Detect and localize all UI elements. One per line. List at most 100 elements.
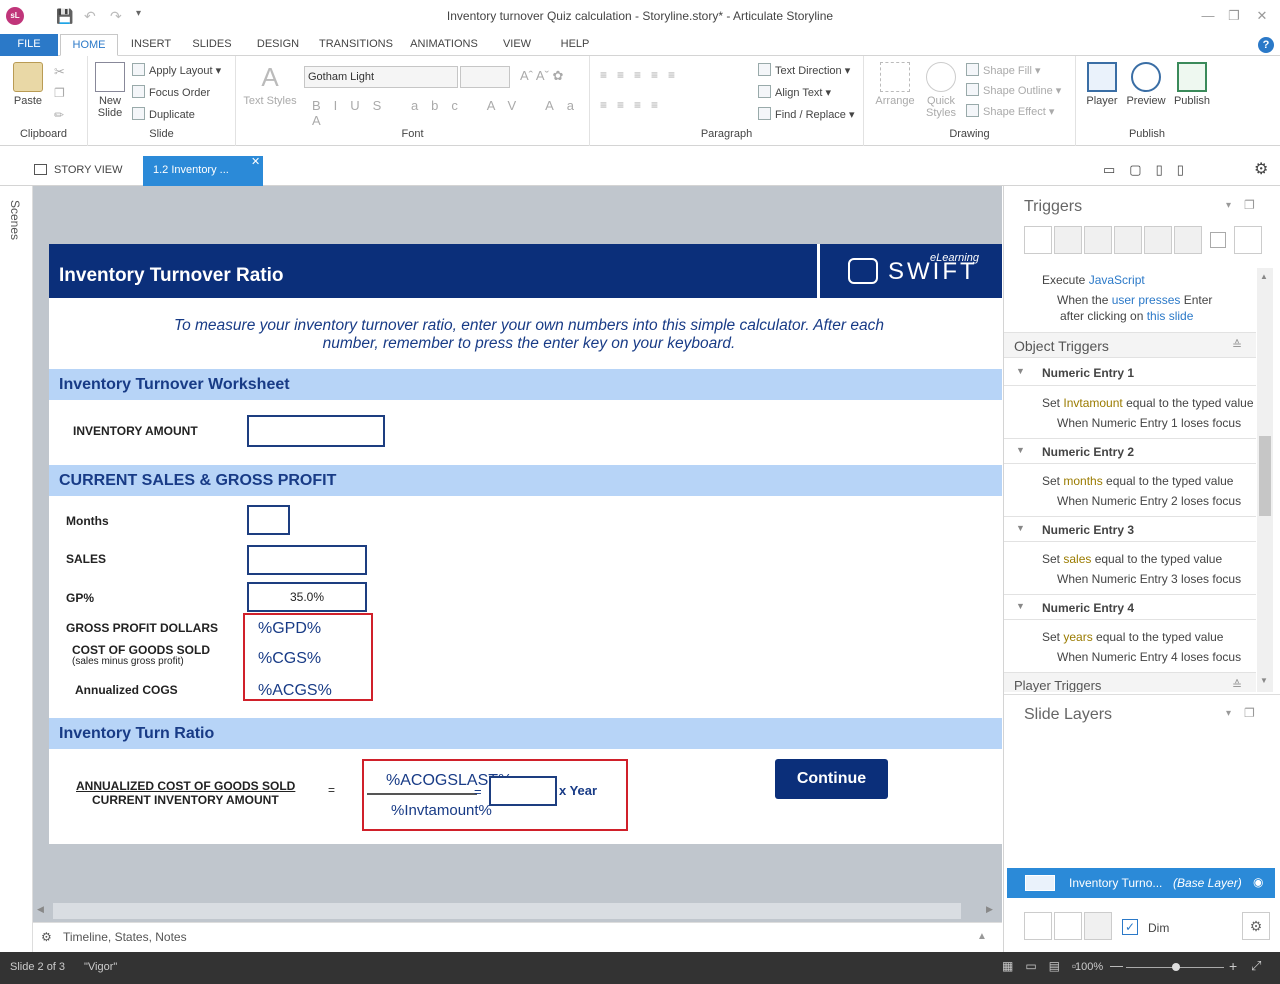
tab-slides[interactable]: SLIDES [186,34,238,56]
triggers-scroll-thumb[interactable] [1259,436,1271,516]
triggers-scrollbar[interactable]: ▲ ▼ [1257,268,1273,692]
paste-button[interactable]: Paste [8,62,48,107]
move-trigger-icon[interactable] [1174,226,1202,254]
copy-trigger-icon[interactable] [1084,226,1112,254]
entry-3-chevron-icon[interactable]: ▼ [1016,523,1025,533]
player-button[interactable]: Player [1082,62,1122,107]
timeline-bar[interactable]: ⚙ Timeline, States, Notes ▲ [33,922,1002,952]
entry-2-header[interactable]: ▼ Numeric Entry 2 [1004,438,1256,464]
new-trigger-icon[interactable] [1024,226,1052,254]
base-layer-row[interactable]: Inventory Turno... (Base Layer) ◉ [1007,868,1275,898]
fit-window-icon[interactable]: ⤢ [1251,958,1261,974]
minimize-icon[interactable]: — [1198,8,1218,23]
ratio-result-input[interactable] [489,776,557,806]
cut-icon[interactable]: ✂ [54,64,65,80]
tab-story-view[interactable]: STORY VIEW [34,156,122,186]
focus-order-button[interactable]: Focus Order [132,85,210,99]
tab-design[interactable]: DESIGN [250,34,306,56]
entry-4-chevron-icon[interactable]: ▼ [1016,601,1025,611]
player-collapse-icon[interactable]: ≙ [1232,678,1242,692]
layer-settings-icon[interactable]: ⚙ [1242,912,1270,940]
entry-2-chevron-icon[interactable]: ▼ [1016,445,1025,455]
edit-trigger-icon[interactable] [1054,226,1082,254]
shape-outline-button[interactable]: Shape Outline ▾ [966,83,1061,97]
shape-effect-button[interactable]: Shape Effect ▾ [966,104,1054,118]
align-icons[interactable]: ≡≡≡≡ [600,98,668,112]
dim-checkbox[interactable]: ✓ [1122,919,1138,935]
tab-insert[interactable]: INSERT [124,34,178,56]
new-layer-icon[interactable] [1024,912,1052,940]
expand-timeline-icon[interactable]: ▲ [977,931,987,942]
new-slide-button[interactable]: New Slide [90,62,130,119]
gear-icon[interactable]: ⚙ [1254,159,1268,179]
layers-float-icon[interactable]: ❐ [1244,706,1255,720]
entry-4-header[interactable]: ▼ Numeric Entry 4 [1004,594,1256,620]
scroll-down-icon[interactable]: ▼ [1260,676,1268,685]
tab-view[interactable]: VIEW [496,34,538,56]
gp-input[interactable]: 35.0% [247,582,367,612]
layers-collapse-icon[interactable]: ▾ [1226,708,1231,719]
player-triggers-header[interactable]: Player Triggers ≙ [1004,672,1256,692]
close-icon[interactable]: ✕ [1252,8,1272,24]
triggers-float-icon[interactable]: ❐ [1244,198,1255,212]
help-icon[interactable]: ? [1258,37,1274,53]
grow-font-icon[interactable]: Aˆ Aˇ ✿ [520,68,563,84]
list-icons[interactable]: ≡≡≡≡≡ [600,68,685,82]
format-icons[interactable]: BIUS abc AV Aa A [312,98,589,128]
inventory-amount-input[interactable] [247,415,385,447]
duplicate-button[interactable]: Duplicate [132,107,195,121]
tab-help[interactable]: HELP [554,34,596,56]
entry-1-chevron-icon[interactable]: ▼ [1016,366,1025,376]
horizontal-scrollbar[interactable]: ◀ ▶ [33,900,1002,922]
scenes-panel[interactable]: Scenes [0,186,33,952]
zoom-out-icon[interactable]: — [1110,958,1123,973]
variables-icon[interactable] [1234,226,1262,254]
tab-animations[interactable]: ANIMATIONS [406,34,482,56]
entry-1-header[interactable]: ▼ Numeric Entry 1 [1004,360,1256,386]
collapse-all-icon[interactable]: ≙ [1232,338,1242,352]
publish-button[interactable]: Publish [1170,62,1214,107]
font-name-combo[interactable]: Gotham Light [304,66,458,88]
scroll-thumb[interactable] [53,903,961,919]
exec-js-link[interactable]: JavaScript [1089,273,1145,287]
continue-button[interactable]: Continue [775,759,888,799]
preview-button[interactable]: Preview [1124,62,1168,107]
find-replace-button[interactable]: Find / Replace ▾ [758,107,855,121]
entry-2-var-link[interactable]: months [1063,474,1102,488]
entry-3-var-link[interactable]: sales [1063,552,1091,566]
eye-icon[interactable]: ◉ [1253,875,1263,889]
triggers-list[interactable]: Execute JavaScript When the user presses… [1004,266,1280,692]
tab-slide[interactable]: 1.2 Inventory ... [143,156,263,186]
font-size-combo[interactable] [460,66,510,88]
months-input[interactable] [247,505,290,535]
triggers-collapse-icon[interactable]: ▾ [1226,200,1231,211]
close-tab-icon[interactable]: ✕ [251,155,260,168]
scroll-left-icon[interactable]: ◀ [37,904,44,915]
arrange-button[interactable]: Arrange [872,62,918,107]
exec-js-line[interactable]: Execute JavaScript [1042,273,1145,287]
quick-styles-button[interactable]: Quick Styles [920,62,962,119]
delete-trigger-icon[interactable] [1144,226,1172,254]
entry-3-header[interactable]: ▼ Numeric Entry 3 [1004,516,1256,542]
text-styles-button[interactable]: A Text Styles [242,62,298,107]
restore-icon[interactable]: ❐ [1224,8,1244,24]
entry-1-var-link[interactable]: Invtamount [1063,396,1122,410]
sales-input[interactable] [247,545,367,575]
format-painter-icon[interactable]: ✏ [54,108,64,122]
shape-fill-button[interactable]: Shape Fill ▾ [966,63,1041,77]
user-presses-link[interactable]: user presses [1112,293,1181,307]
zoom-slider-thumb[interactable] [1172,963,1180,971]
scroll-right-icon[interactable]: ▶ [986,904,993,915]
device-preview-icons[interactable]: ▭▢▯▯ [1103,162,1198,178]
tab-file[interactable]: FILE [0,34,58,56]
this-slide-link[interactable]: this slide [1147,309,1194,323]
object-triggers-header[interactable]: Object Triggers ≙ [1004,332,1256,358]
zoom-in-icon[interactable]: + [1229,958,1237,974]
align-text-button[interactable]: Align Text ▾ [758,85,831,99]
tab-home[interactable]: HOME [60,34,118,56]
trigger-checkbox[interactable] [1210,232,1226,248]
slide[interactable]: Inventory Turnover Ratio SWIFT eLearning… [49,244,1002,844]
entry-4-var-link[interactable]: years [1063,630,1092,644]
duplicate-layer-icon[interactable] [1054,912,1082,940]
text-direction-button[interactable]: Text Direction ▾ [758,63,850,77]
